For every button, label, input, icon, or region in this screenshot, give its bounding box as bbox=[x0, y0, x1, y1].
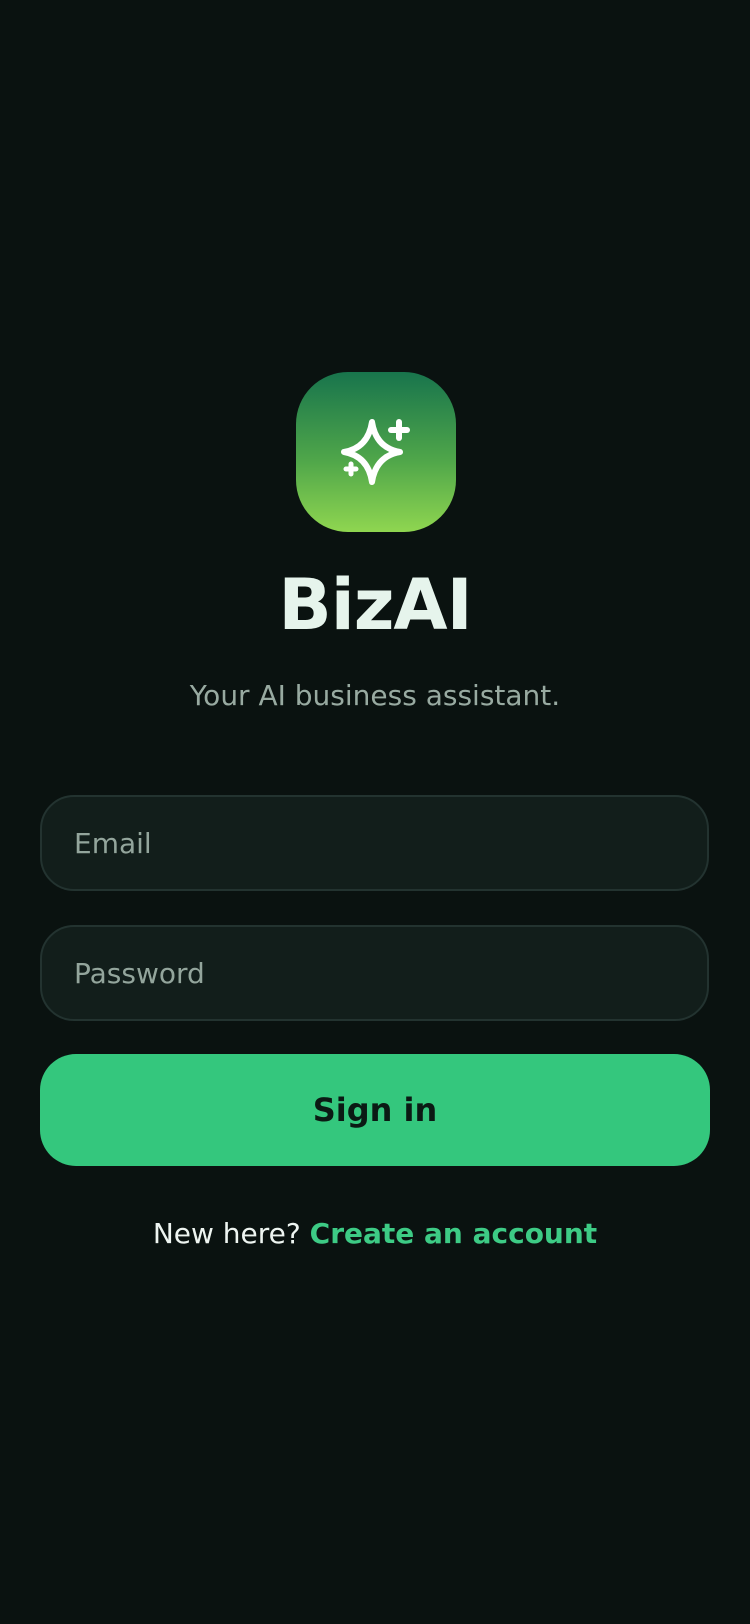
app-title: BizAI bbox=[278, 564, 472, 646]
email-field[interactable] bbox=[40, 795, 709, 891]
create-account-link[interactable]: Create an account bbox=[310, 1217, 598, 1250]
login-screen: BizAI Your AI business assistant. Sign i… bbox=[0, 0, 750, 1624]
sign-in-button[interactable]: Sign in bbox=[40, 1054, 710, 1166]
signup-prompt-row: New here? Create an account bbox=[0, 1214, 750, 1254]
signup-prompt-text: New here? bbox=[152, 1217, 301, 1250]
app-logo bbox=[296, 372, 456, 532]
password-field[interactable] bbox=[40, 925, 709, 1021]
sparkle-icon bbox=[341, 419, 410, 485]
app-tagline: Your AI business assistant. bbox=[189, 679, 561, 712]
